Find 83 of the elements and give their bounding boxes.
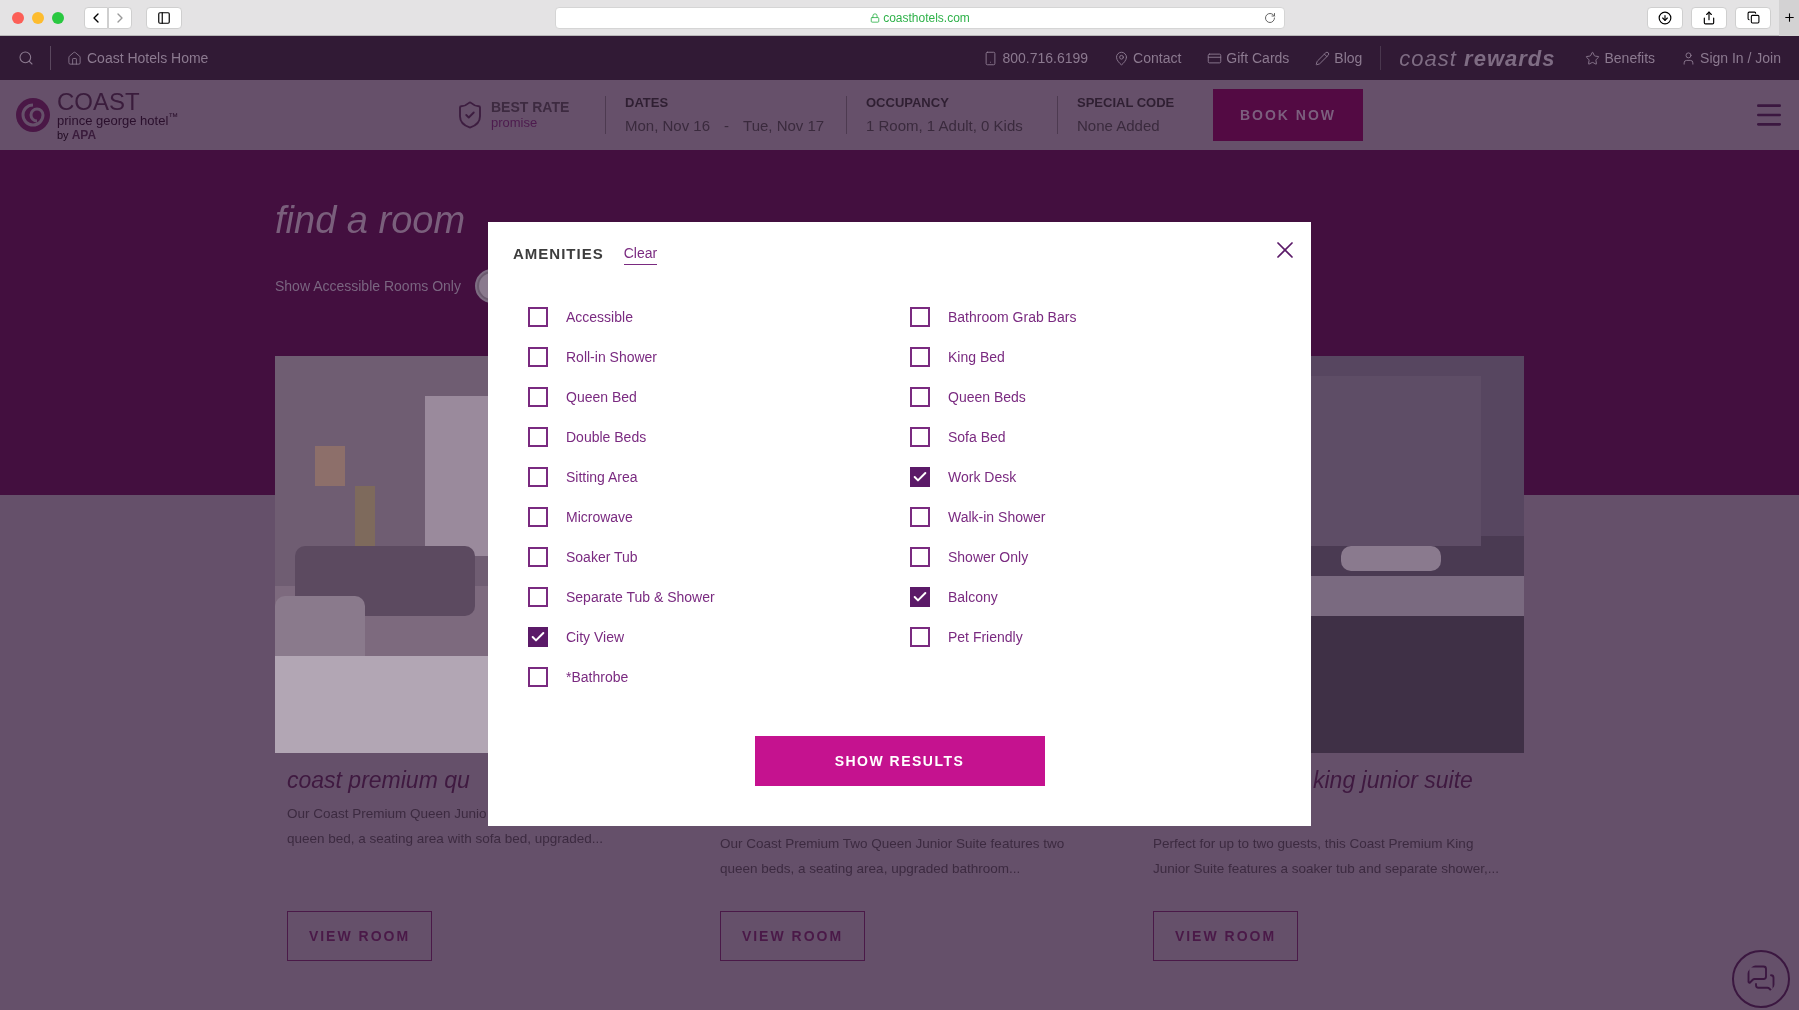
url-text: coasthotels.com — [883, 9, 970, 27]
share-icon — [1702, 10, 1716, 25]
checkbox-label: Accessible — [566, 307, 633, 327]
search-icon[interactable] — [18, 50, 34, 66]
nav-link[interactable]: Sign In / Join — [1681, 47, 1781, 69]
checkbox-label: Sofa Bed — [948, 427, 1006, 447]
checkbox[interactable] — [528, 467, 548, 487]
field-label: DATES — [625, 94, 670, 112]
field-label: SPECIAL CODE — [1077, 94, 1176, 112]
checkbox-label: Queen Bed — [566, 387, 637, 407]
checkbox[interactable] — [528, 547, 548, 567]
checkbox-label: Balcony — [948, 587, 998, 607]
checkbox[interactable] — [910, 507, 930, 527]
tabs-button[interactable] — [1735, 6, 1771, 29]
checkbox-label: Pet Friendly — [948, 627, 1023, 647]
checkbox[interactable] — [528, 427, 548, 447]
nav-link[interactable]: Blog — [1315, 47, 1363, 69]
checkbox-label: Walk-in Shower — [948, 507, 1046, 527]
checkbox[interactable] — [910, 627, 930, 647]
checkbox[interactable] — [528, 587, 548, 607]
nav-link[interactable]: Contact — [1114, 47, 1182, 69]
checkbox[interactable] — [910, 547, 930, 567]
address-bar[interactable]: coasthotels.com — [555, 6, 1285, 29]
rewards-logo[interactable]: coast rewards — [1399, 41, 1556, 75]
checkbox[interactable] — [528, 627, 548, 647]
logo-by: by — [57, 129, 69, 141]
checkbox-label: Separate Tub & Shower — [566, 587, 715, 607]
pencil-icon — [1315, 50, 1331, 66]
back-button[interactable] — [84, 6, 108, 29]
checkbox-label: Microwave — [566, 507, 633, 527]
spiral-logo-icon — [15, 97, 51, 133]
field-value[interactable]: - — [724, 114, 730, 137]
checkbox-label: Shower Only — [948, 547, 1029, 567]
checkbox[interactable] — [528, 307, 548, 327]
checkbox-label: Sitting Area — [566, 467, 638, 487]
home-icon — [67, 50, 82, 66]
downloads-button[interactable] — [1647, 6, 1683, 29]
download-icon — [1658, 10, 1672, 25]
book-now-button[interactable]: BOOK NOW — [1213, 89, 1363, 141]
card-icon — [1207, 50, 1223, 66]
checkbox[interactable] — [910, 387, 930, 407]
accessible-toggle-label: Show Accessible Rooms Only — [275, 276, 461, 296]
star-icon — [1585, 50, 1601, 66]
phone-icon — [983, 50, 999, 66]
dialog-title: AMENITIES — [513, 243, 604, 264]
reload-icon[interactable] — [1264, 11, 1276, 24]
checkbox-label: Double Beds — [566, 427, 647, 447]
checkbox[interactable] — [528, 667, 548, 687]
checkbox-label: Roll-in Shower — [566, 347, 658, 367]
checkbox[interactable] — [528, 387, 548, 407]
show-results-button[interactable]: SHOW RESULTS — [754, 736, 1045, 786]
checkbox[interactable] — [910, 347, 930, 367]
field-label: OCCUPANCY — [866, 94, 950, 112]
checkbox[interactable] — [910, 587, 930, 607]
tabs-icon — [1746, 11, 1760, 24]
home-link[interactable]: Coast Hotels Home — [67, 47, 209, 69]
checkbox[interactable] — [910, 307, 930, 327]
nav-link[interactable]: 800.716.6199 — [983, 47, 1089, 69]
checkbox-label: Soaker Tub — [566, 547, 638, 567]
share-button[interactable] — [1691, 6, 1727, 29]
checkbox[interactable] — [910, 467, 930, 487]
checkbox-label: Work Desk — [948, 467, 1017, 487]
checkbox-label: King Bed — [948, 347, 1005, 367]
room-title: king junior suite — [1312, 765, 1473, 795]
checkbox[interactable] — [528, 507, 548, 527]
checkbox[interactable] — [528, 347, 548, 367]
checkbox-label: Bathroom Grab Bars — [948, 307, 1077, 327]
sidebar-icon — [157, 10, 171, 25]
checkbox-label: Queen Beds — [948, 387, 1026, 407]
logo-hotel: prince george hotel$^{™}$ — [57, 113, 179, 127]
new-tab-button[interactable] — [1779, 0, 1799, 36]
plus-icon — [1782, 11, 1796, 24]
sidebar-button[interactable] — [146, 6, 182, 29]
clear-link[interactable]: Clear — [623, 243, 658, 265]
location-pin-icon — [1114, 50, 1130, 66]
checkbox[interactable] — [910, 427, 930, 447]
checkbox-label: City View — [566, 627, 625, 647]
nav-link[interactable]: Benefits — [1585, 47, 1656, 69]
checkbox-label: *Bathrobe — [566, 667, 629, 687]
page-title: find a room — [275, 198, 467, 243]
nav-link[interactable]: Gift Cards — [1207, 47, 1290, 69]
lock-icon — [870, 12, 881, 23]
user-icon — [1681, 50, 1697, 66]
